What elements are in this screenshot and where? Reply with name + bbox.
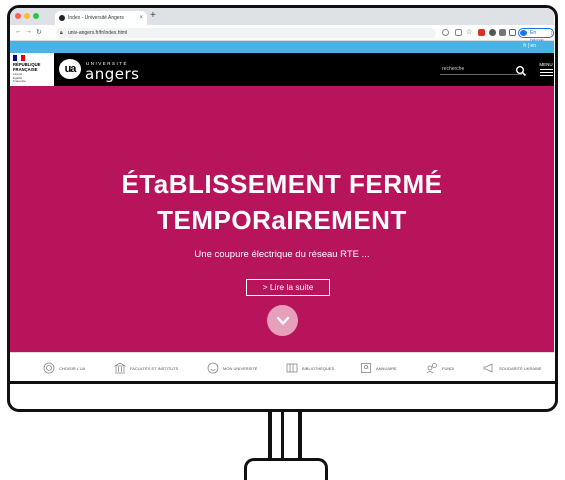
language-links[interactable]: fr | en (523, 43, 536, 49)
sidebar-panel-icon[interactable] (509, 29, 516, 36)
quick-nav-item[interactable]: Fundi (426, 362, 454, 374)
language-bar: fr | en (10, 41, 554, 53)
republique-label: RÉPUBLIQUE FRANÇAISE (13, 62, 41, 72)
monitor-bezel-divider (10, 381, 555, 384)
building-icon (114, 362, 126, 374)
address-bar: ← → ↻ 🔒︎ univ-angers.fr/fr/index.html ☆ … (10, 25, 554, 44)
books-icon (286, 363, 298, 373)
quick-nav-item[interactable]: Solidarité Ukraine (483, 362, 542, 374)
minimize-window-icon[interactable] (24, 13, 30, 19)
zoom-icon[interactable] (442, 29, 449, 36)
quick-nav-item[interactable]: Mon université (207, 362, 257, 374)
quick-nav-label: Solidarité Ukraine (499, 365, 542, 371)
screen: Index - Université Angers × + ← → ↻ 🔒︎ u… (10, 8, 554, 381)
forward-icon[interactable]: → (25, 28, 32, 35)
site-header: RÉPUBLIQUE FRANÇAISE Liberté Égalité Fra… (10, 53, 554, 86)
tab-title: Index - Université Angers (68, 15, 124, 21)
quick-nav-label: Fundi (442, 365, 455, 371)
hero-subtitle: Une coupure électrique du réseau RTE ... (194, 249, 370, 260)
monitor-frame: Index - Université Angers × + ← → ↻ 🔒︎ u… (7, 5, 558, 412)
quick-nav-item[interactable]: Choisir l'UA (43, 362, 85, 374)
bookmark-star-icon[interactable]: ☆ (466, 28, 472, 36)
reload-icon[interactable]: ↻ (36, 28, 42, 36)
close-window-icon[interactable] (15, 13, 21, 19)
hero-title-line2: TEMPORaIREMENT (157, 205, 407, 235)
target-icon (43, 362, 55, 374)
scroll-down-button[interactable] (267, 305, 298, 336)
quick-nav-item[interactable]: Bibliothèques (286, 362, 334, 374)
quick-nav-label: Bibliothèques (302, 365, 335, 371)
maximize-window-icon[interactable] (33, 13, 39, 19)
favicon-icon (59, 15, 65, 21)
french-flag-icon (13, 55, 25, 61)
megaphone-icon (483, 363, 493, 373)
puzzle-extensions-icon[interactable] (499, 29, 506, 36)
ua-logo-mark[interactable]: ua (59, 59, 81, 79)
read-more-button[interactable]: > Lire la suite (246, 279, 330, 296)
monitor-stand-neck (268, 411, 302, 461)
back-icon[interactable]: ← (15, 28, 22, 35)
logo-angers-label[interactable]: angers (85, 65, 139, 83)
tab-close-icon[interactable]: × (139, 11, 143, 25)
profile-avatar-icon (520, 30, 527, 36)
hero-banner: ÉTaBLISSEMENT FERMÉ TEMPORaIREMENT Une c… (10, 86, 554, 352)
republic-motto: Liberté Égalité Fraternité (13, 72, 26, 83)
quick-nav-label: Annuaire (376, 365, 397, 371)
quick-nav-item[interactable]: Annuaire (360, 362, 397, 374)
quick-nav-label: Choisir l'UA (59, 365, 86, 371)
quick-nav-item[interactable]: Facultés et instituts (114, 362, 178, 374)
quick-nav-label: Facultés et instituts (130, 365, 179, 371)
browser-menu-icon[interactable]: ⋮ (548, 28, 554, 36)
new-tab-button[interactable]: + (150, 10, 156, 21)
menu-label: MENU (539, 62, 553, 67)
tab-index[interactable]: Index - Université Angers × (55, 11, 147, 25)
quick-nav-label: Mon université (223, 365, 258, 371)
extension-dark-icon[interactable] (489, 29, 496, 36)
search-icon[interactable] (515, 65, 527, 77)
republique-francaise-logo[interactable]: RÉPUBLIQUE FRANÇAISE Liberté Égalité Fra… (10, 53, 54, 86)
menu-button[interactable]: MENU (538, 62, 554, 76)
directory-icon (361, 363, 371, 373)
url-text: univ-angers.fr/fr/index.html (68, 30, 128, 36)
browser-tab-bar: Index - Université Angers × + (10, 8, 554, 25)
chevron-down-icon (276, 316, 289, 325)
smiley-icon (207, 362, 219, 374)
search-input[interactable]: recherche (440, 66, 522, 75)
quick-nav-bar: Choisir l'UA Facultés et instituts Mon u… (10, 352, 554, 381)
url-field[interactable]: 🔒︎ univ-angers.fr/fr/index.html (56, 28, 436, 38)
monitor-stand-base (244, 458, 328, 480)
share-icon[interactable] (455, 29, 462, 36)
hero-title-line1: ÉTaBLISSEMENT FERMÉ (121, 169, 443, 199)
extension-red-icon[interactable] (478, 29, 485, 36)
lock-icon: 🔒︎ (60, 30, 63, 36)
people-icon (426, 363, 437, 374)
